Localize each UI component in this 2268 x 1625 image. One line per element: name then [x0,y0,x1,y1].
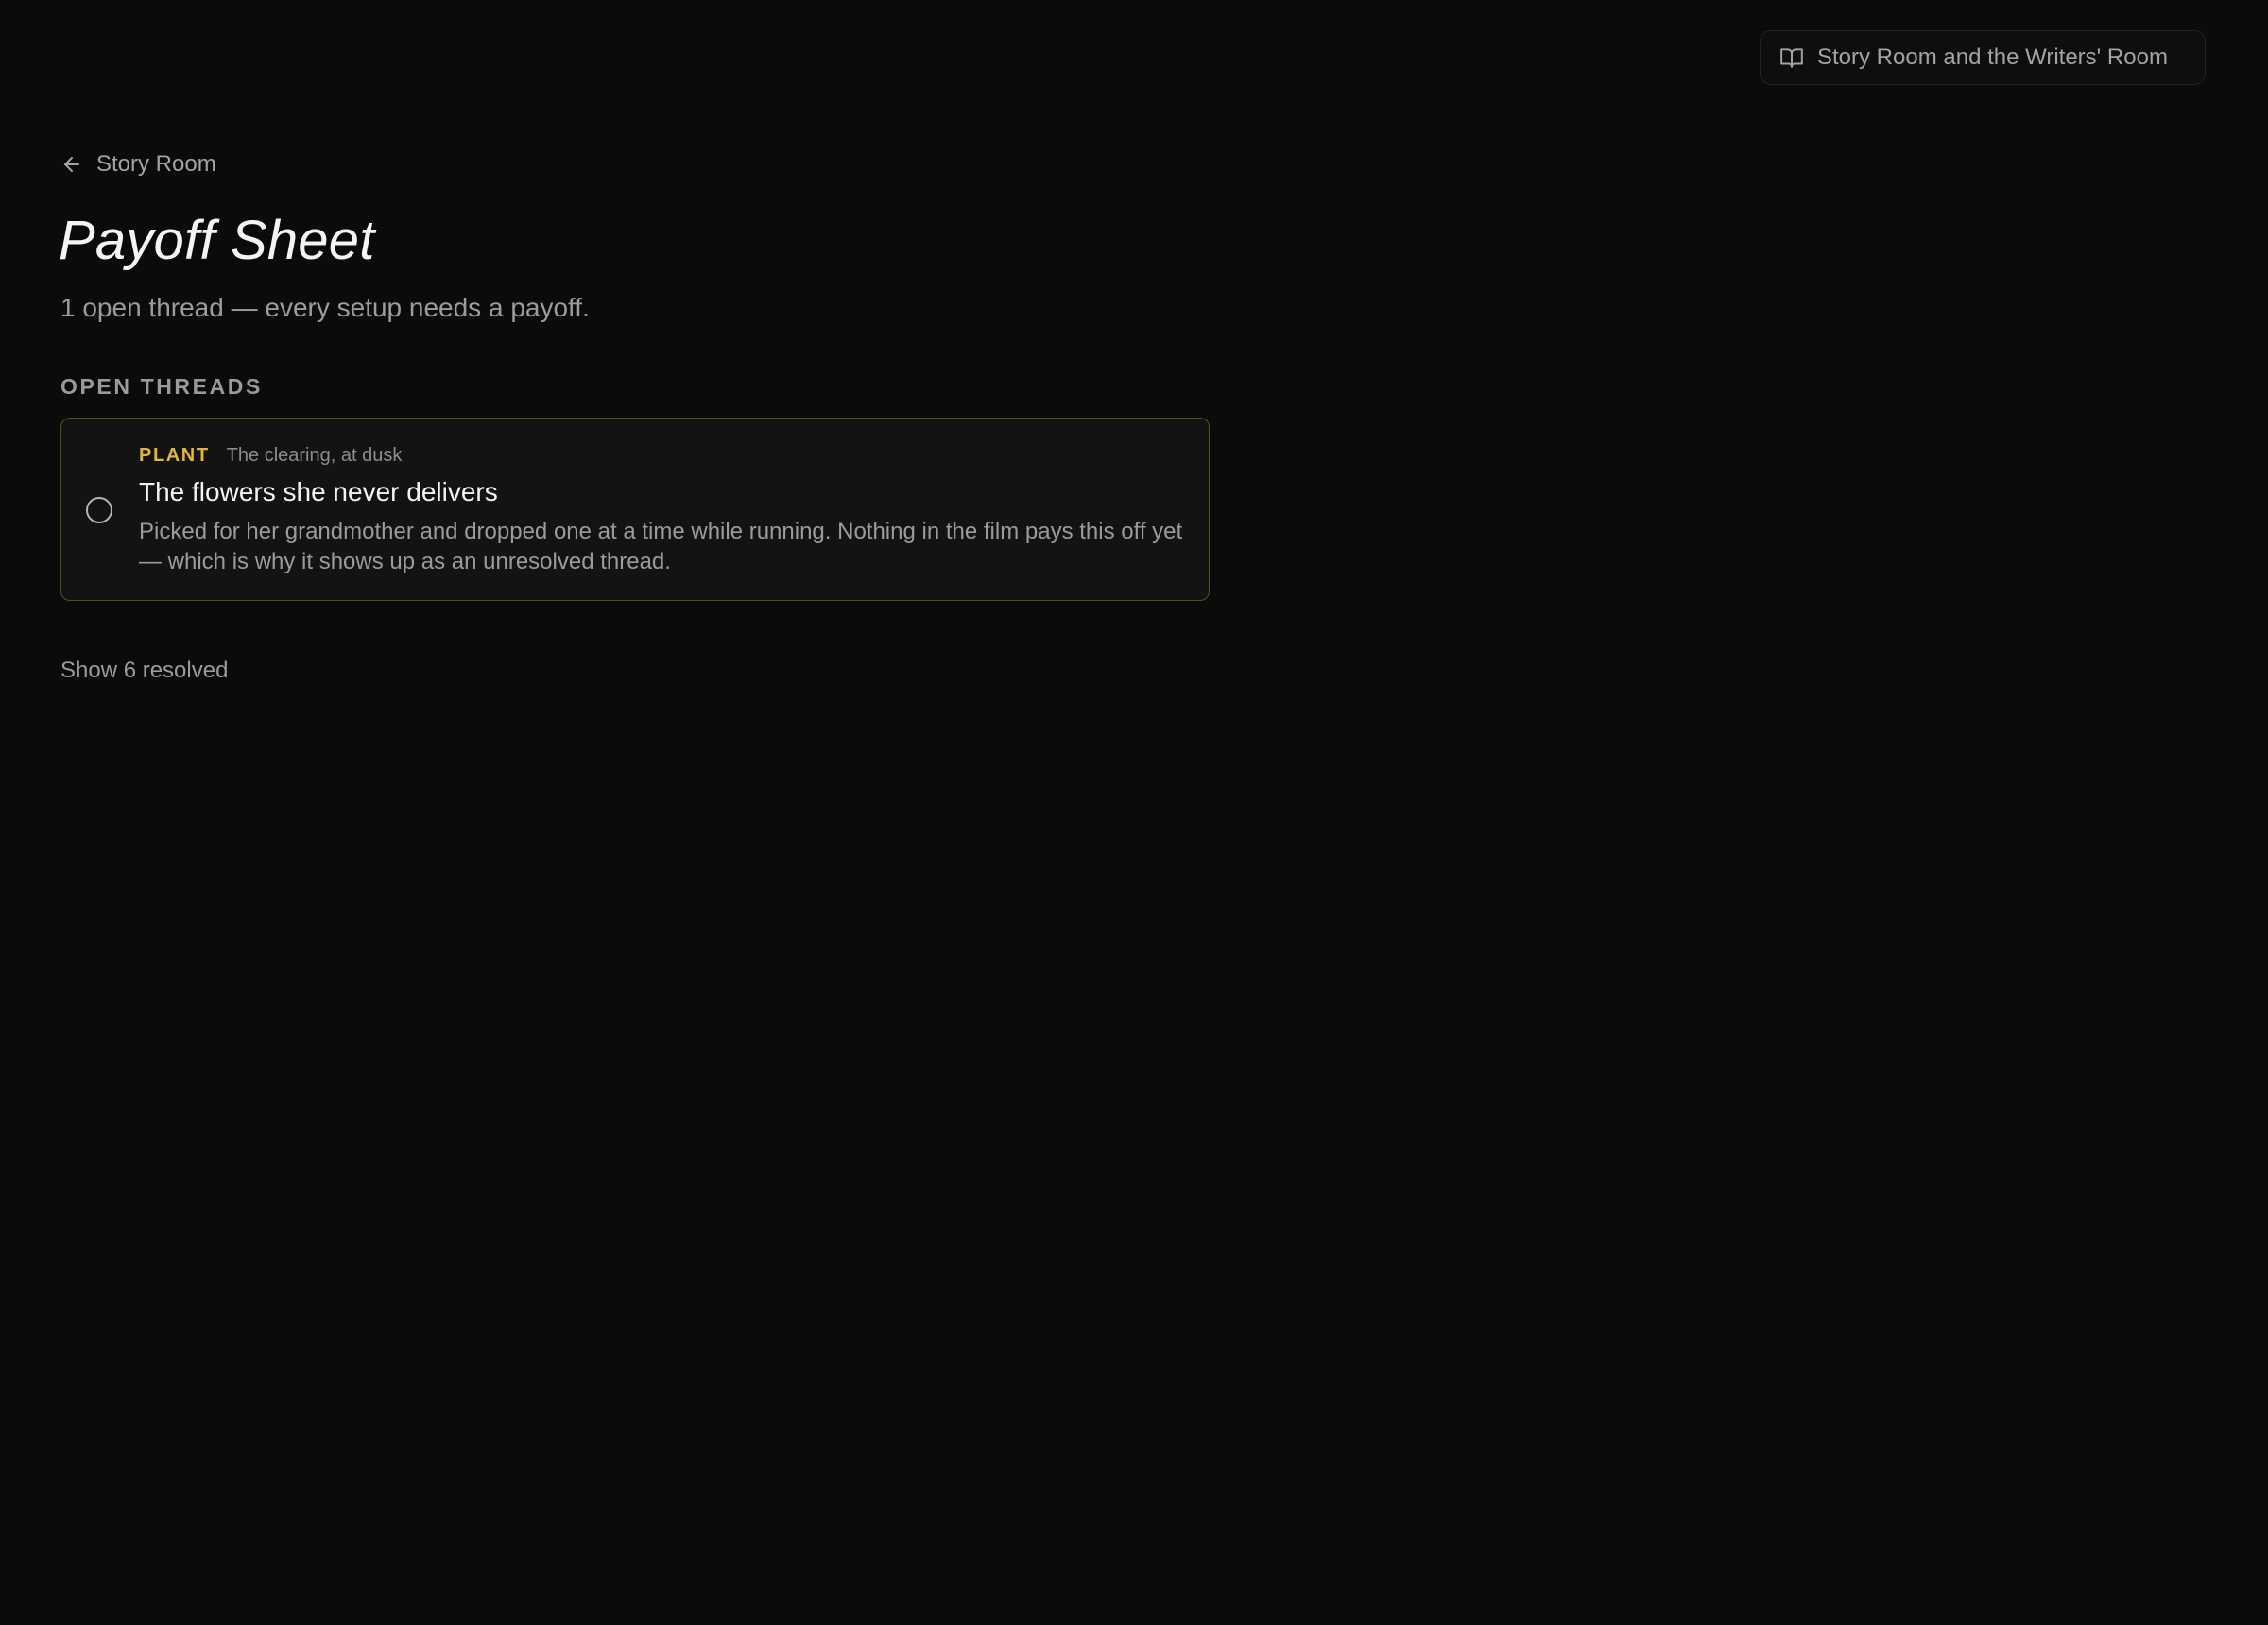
payoff-sheet-page: Story Room and the Writers' Room Story R… [0,0,2268,1625]
thread-title: The flowers she never delivers [139,477,498,506]
open-threads-heading: OPEN THREADS [60,374,263,399]
arrow-left-icon [60,153,83,176]
show-resolved-button[interactable]: Show 6 resolved [60,658,228,684]
back-link-label: Story Room [96,151,216,177]
thread-location: The clearing, at dusk [226,445,403,466]
thread-card[interactable]: PLANT The clearing, at dusk The flowers … [60,418,1210,601]
thread-tag: PLANT [139,445,210,466]
book-open-icon [1779,45,1804,70]
back-link[interactable]: Story Room [60,151,216,178]
page-title: Payoff Sheet [59,210,375,271]
resolve-thread-checkbox[interactable] [86,497,112,523]
guide-button[interactable]: Story Room and the Writers' Room [1760,30,2206,85]
thread-description: Picked for her grandmother and dropped o… [139,519,1183,574]
page-subtitle: 1 open thread — every setup needs a payo… [60,293,590,322]
guide-button-label: Story Room and the Writers' Room [1817,44,2168,70]
thread-meta: PLANT The clearing, at dusk [139,445,402,467]
